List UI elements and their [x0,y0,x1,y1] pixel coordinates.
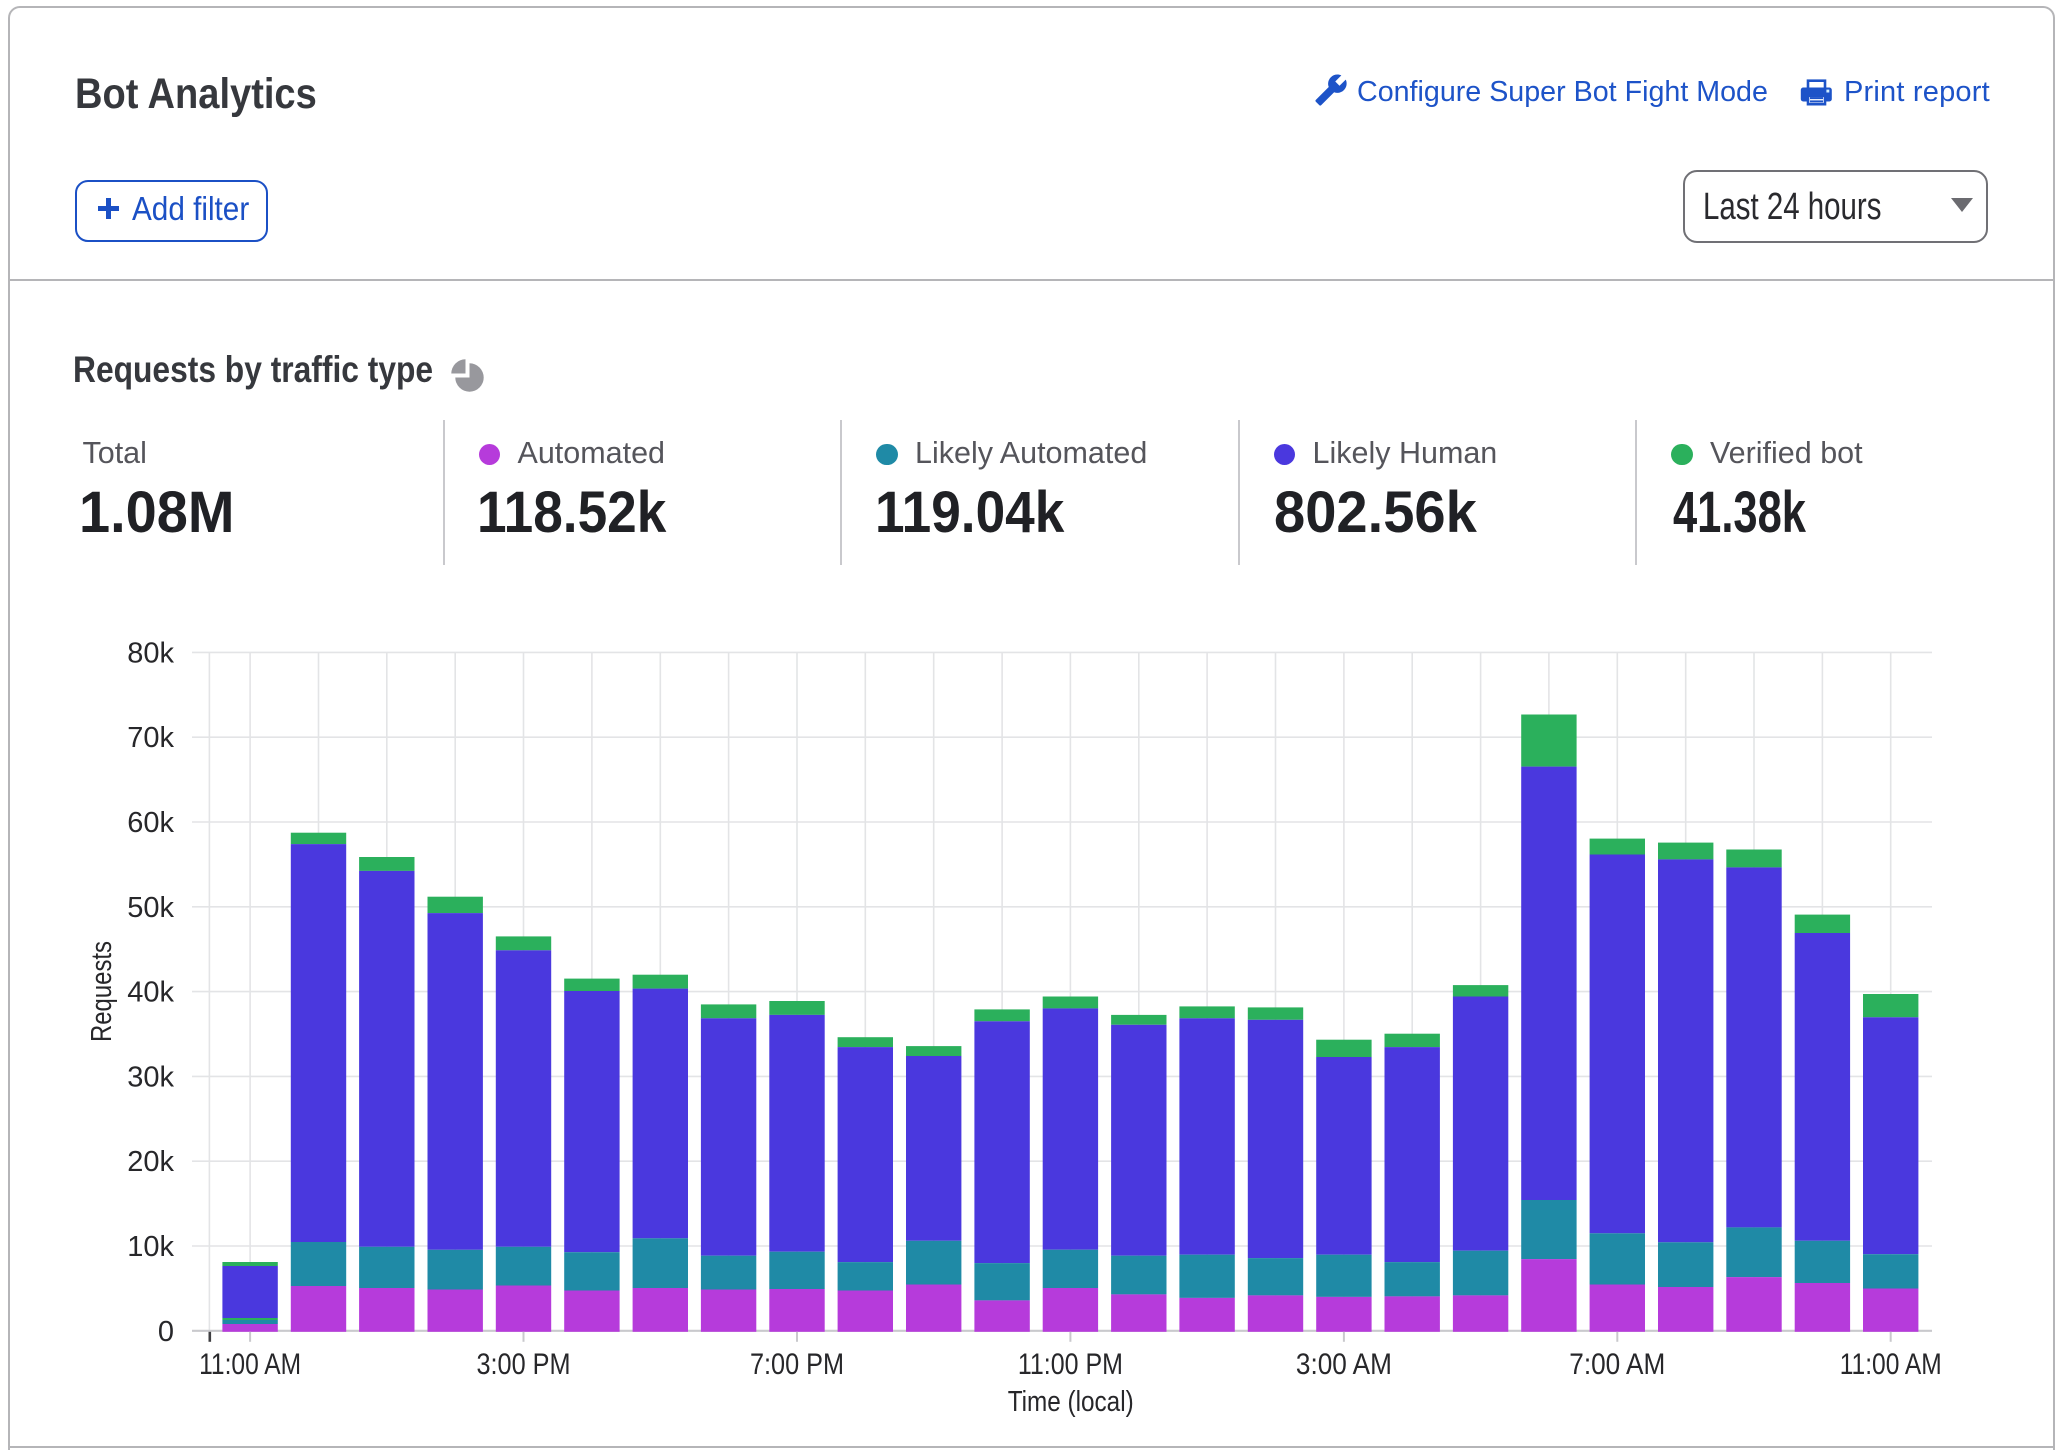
svg-text:80k: 80k [127,637,174,669]
svg-text:7:00 AM: 7:00 AM [1569,1348,1665,1381]
svg-text:Time (local): Time (local) [1008,1386,1134,1418]
svg-text:11:00 PM: 11:00 PM [1018,1348,1123,1381]
svg-text:11:00 AM: 11:00 AM [199,1348,301,1381]
svg-text:30k: 30k [127,1061,174,1093]
svg-text:3:00 PM: 3:00 PM [477,1348,571,1381]
svg-text:20k: 20k [127,1146,174,1178]
svg-text:Requests: Requests [86,941,118,1042]
svg-text:10k: 10k [127,1231,174,1263]
svg-text:3:00 AM: 3:00 AM [1296,1348,1392,1381]
svg-text:7:00 PM: 7:00 PM [750,1348,844,1381]
svg-text:11:00 AM: 11:00 AM [1840,1348,1942,1381]
svg-text:70k: 70k [127,722,174,754]
svg-text:0: 0 [158,1316,174,1348]
svg-text:40k: 40k [127,977,174,1009]
svg-text:60k: 60k [127,807,174,839]
svg-text:50k: 50k [127,892,174,924]
